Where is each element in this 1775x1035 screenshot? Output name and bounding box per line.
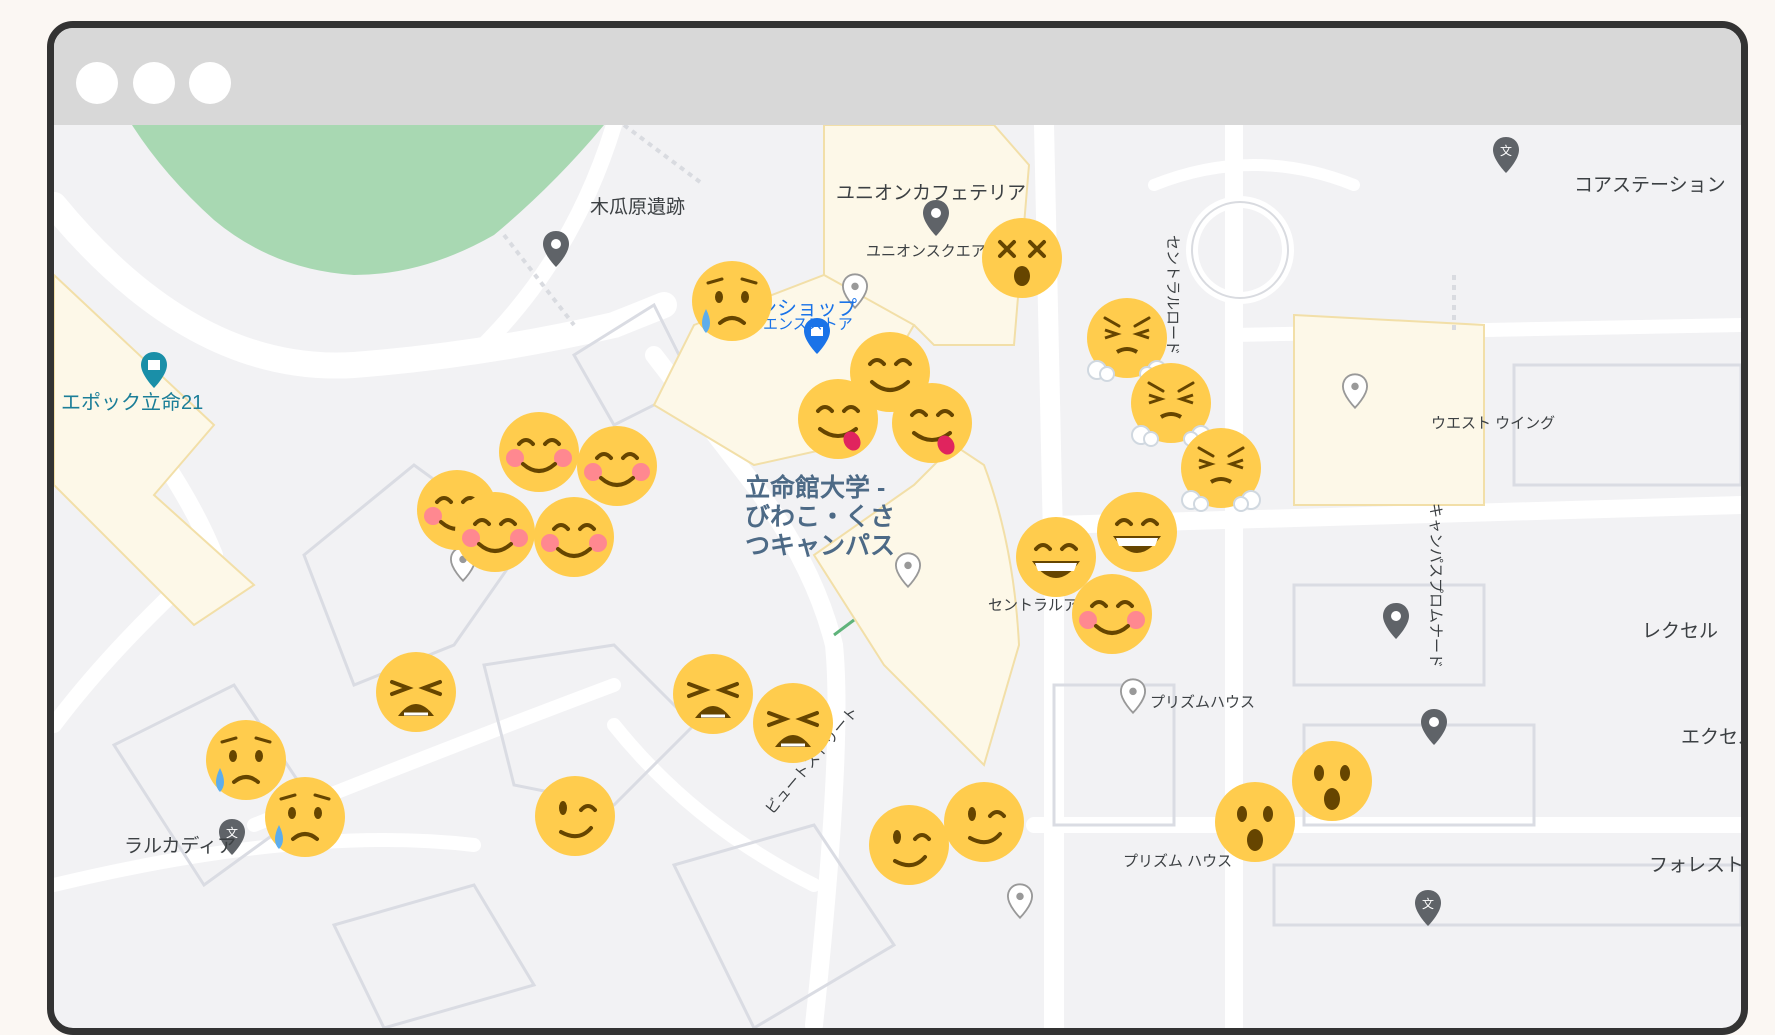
landmark-pin-icon[interactable] [140,351,168,389]
label-campus-promenade: キャンパスプロムナード [1427,503,1444,669]
label-epoch: エポック立命21 [61,392,204,414]
label-prism-house: プリズムハウス [1150,694,1256,711]
label-core-station: コアステーション [1574,175,1726,196]
small-pin-icon[interactable] [1342,373,1368,409]
school-pin-icon[interactable]: 文 [1414,889,1442,927]
label-rexel: レクセル [1642,621,1719,642]
school-pin-icon[interactable]: 文 [1492,136,1520,174]
svg-text:文: 文 [1500,143,1512,158]
park-area [132,125,604,275]
label-union-cafeteria: ユニオンカフェテリア [836,183,1027,204]
label-forest-house: フォレストハウス [1649,855,1745,876]
map-canvas[interactable]: 文 文 文 木瓜原遺跡 ユニオンカフェテリア ユニオンスクエア ユニオンショップ… [54,125,1741,1028]
close-button[interactable] [76,62,118,104]
title-bar [54,28,1741,125]
small-pin-icon[interactable] [895,552,921,588]
browser-window: 文 文 文 木瓜原遺跡 ユニオンカフェテリア ユニオンスクエア ユニオンショップ… [47,21,1748,1035]
svg-text:文: 文 [1422,896,1434,911]
maximize-button[interactable] [189,62,231,104]
label-campus: 立命館大学 - びわこ・くさ つキャンパス [745,474,896,560]
map-pin-icon[interactable] [1382,602,1410,640]
map-pin-icon[interactable] [1420,708,1448,746]
label-exel: エクセル1 [1681,727,1741,748]
label-west-wing: ウエスト ウイング [1431,415,1556,432]
label-union-square: ユニオンスクエア [866,243,986,260]
small-pin-icon[interactable] [1007,883,1033,919]
small-pin-icon[interactable] [1120,678,1146,714]
label-larcadia: ラルカディア [124,836,237,857]
map-pin-icon[interactable] [542,230,570,268]
minimize-button[interactable] [133,62,175,104]
label-kiuri-ruins: 木瓜原遺跡 [590,197,686,218]
